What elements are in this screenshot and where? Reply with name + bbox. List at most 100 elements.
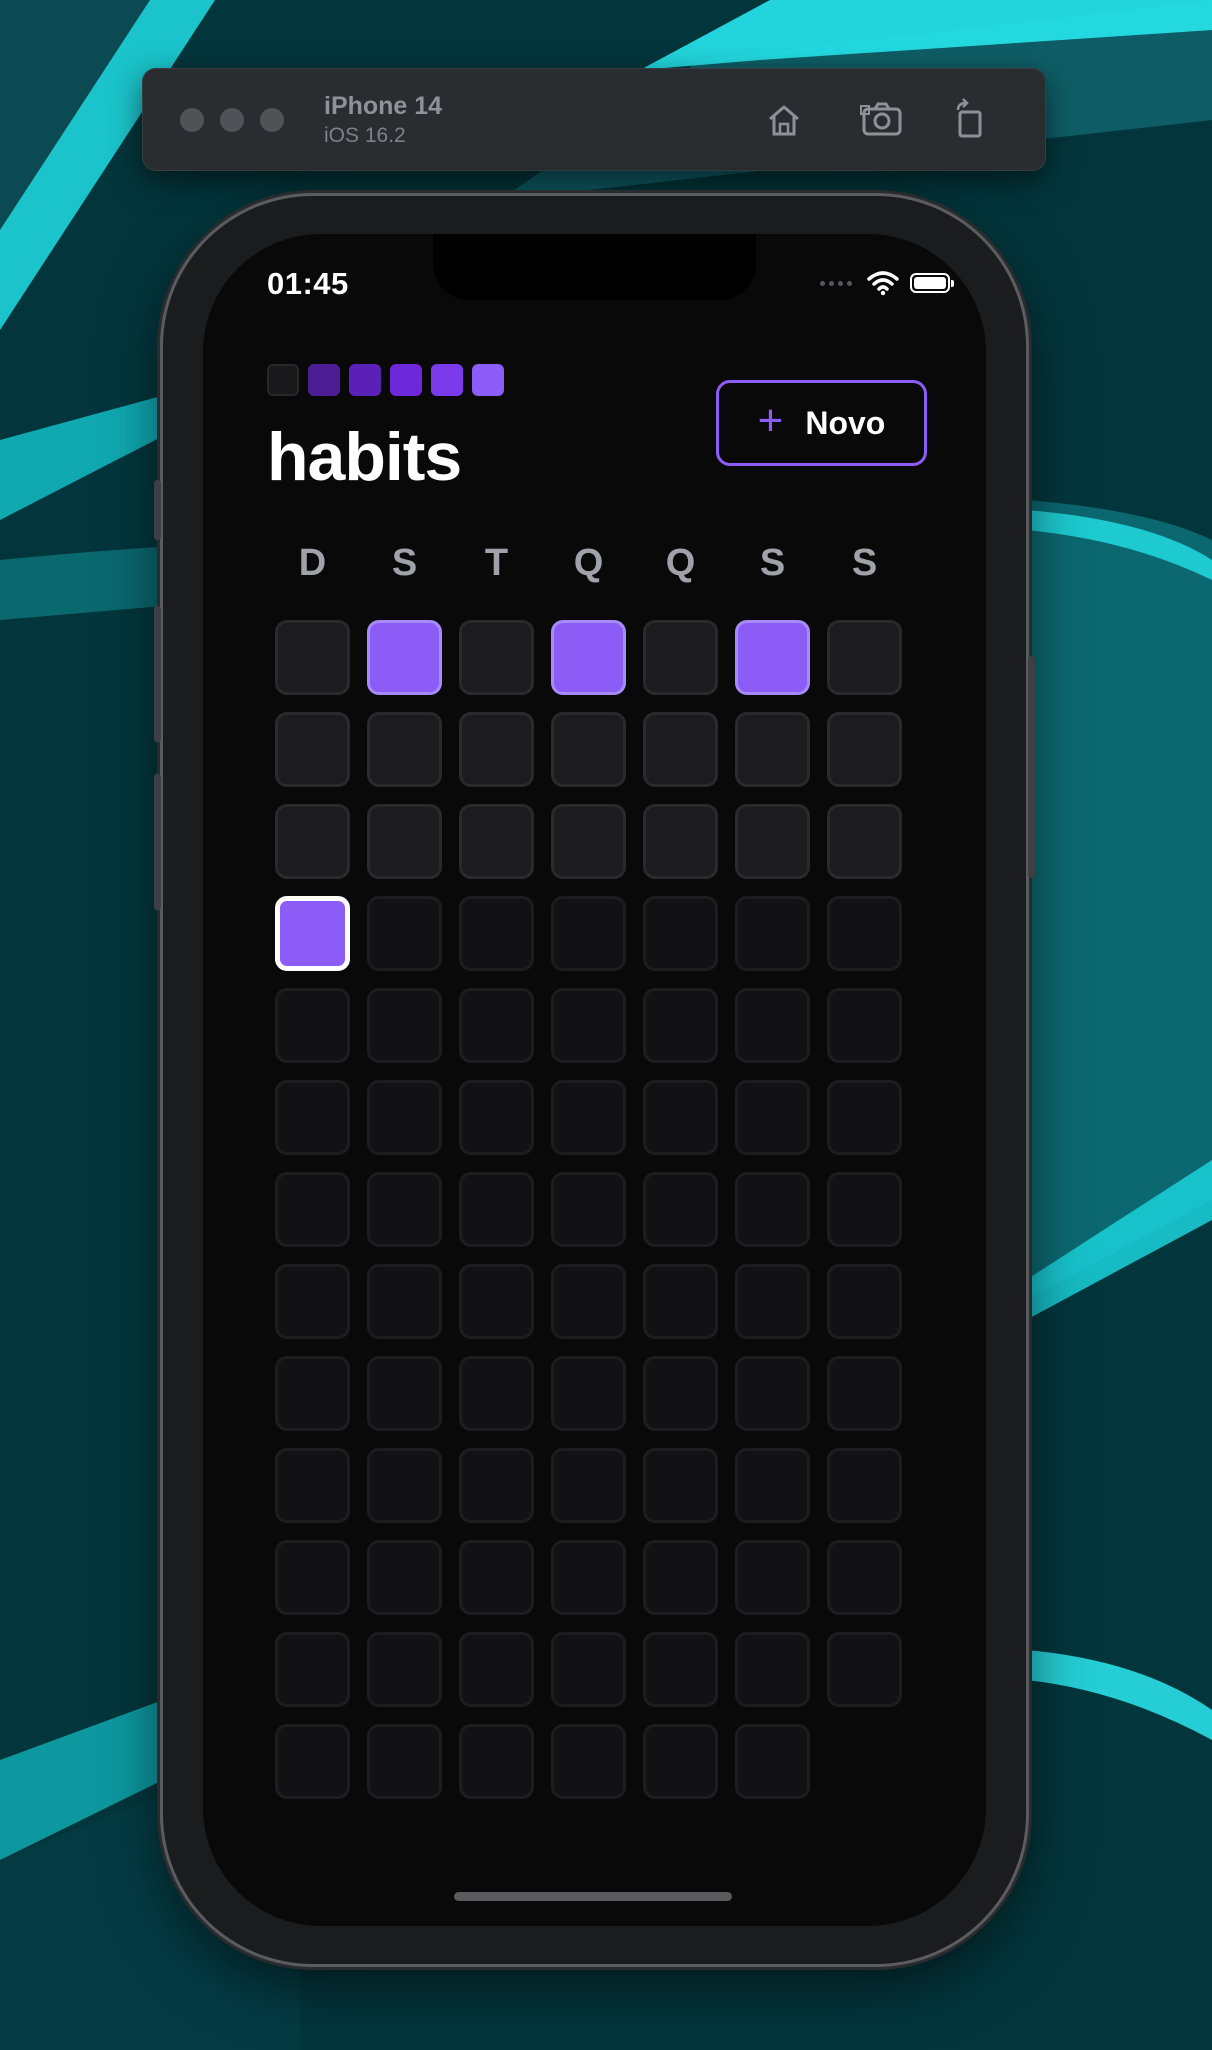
new-habit-button[interactable]: + Novo [716,380,927,466]
habit-day-cell[interactable] [551,620,626,695]
habit-day-cell[interactable] [551,896,626,971]
habit-day-cell[interactable] [551,804,626,879]
habit-day-cell[interactable] [367,1632,442,1707]
habit-day-cell[interactable] [367,1724,442,1799]
habit-day-cell[interactable] [827,1264,902,1339]
habit-day-cell[interactable] [735,620,810,695]
habit-day-cell[interactable] [827,988,902,1063]
habit-day-cell[interactable] [827,712,902,787]
habit-day-cell[interactable] [551,1080,626,1155]
habit-day-cell[interactable] [827,1080,902,1155]
habit-day-cell[interactable] [275,804,350,879]
habit-day-cell[interactable] [459,988,534,1063]
habit-day-cell[interactable] [459,1540,534,1615]
habit-day-cell[interactable] [275,1448,350,1523]
habit-day-cell[interactable] [367,712,442,787]
habit-day-cell[interactable] [367,804,442,879]
habit-day-cell[interactable] [643,1080,718,1155]
habit-day-cell[interactable] [827,620,902,695]
habit-day-cell[interactable] [459,1632,534,1707]
habit-day-cell[interactable] [367,620,442,695]
habit-day-cell[interactable] [643,1540,718,1615]
habit-day-cell[interactable] [367,1448,442,1523]
habit-day-cell[interactable] [459,712,534,787]
habit-day-cell[interactable] [275,1724,350,1799]
habit-day-cell[interactable] [735,1540,810,1615]
habit-day-cell[interactable] [459,1172,534,1247]
habit-day-cell[interactable] [551,1448,626,1523]
habit-day-cell[interactable] [735,1356,810,1431]
habit-day-cell[interactable] [643,1172,718,1247]
habit-day-cell[interactable] [827,1356,902,1431]
window-minimize-button[interactable] [220,108,244,132]
habit-day-cell[interactable] [643,1632,718,1707]
habit-day-cell[interactable] [827,1632,902,1707]
habit-day-cell[interactable] [643,804,718,879]
habit-day-cell[interactable] [551,1724,626,1799]
volume-down-button [154,774,161,910]
habit-day-cell[interactable] [275,1356,350,1431]
habit-day-cell[interactable] [827,1540,902,1615]
habit-day-cell[interactable] [551,1540,626,1615]
habit-day-cell[interactable] [367,1172,442,1247]
habit-day-cell[interactable] [827,896,902,971]
habit-day-cell[interactable] [551,712,626,787]
habit-day-cell[interactable] [275,1080,350,1155]
habits-logo [267,364,504,396]
habit-day-cell[interactable] [275,1264,350,1339]
habit-day-cell[interactable] [459,1448,534,1523]
habit-day-cell[interactable] [735,1724,810,1799]
habit-day-cell[interactable] [735,1080,810,1155]
habit-day-cell[interactable] [275,896,350,971]
habit-day-cell[interactable] [735,1264,810,1339]
habit-day-cell[interactable] [643,1448,718,1523]
habit-day-cell[interactable] [367,1356,442,1431]
habit-day-cell[interactable] [459,1724,534,1799]
habit-day-cell[interactable] [275,988,350,1063]
habit-day-cell[interactable] [643,1724,718,1799]
habit-day-cell[interactable] [459,896,534,971]
habit-day-cell[interactable] [275,712,350,787]
habit-day-cell[interactable] [643,1356,718,1431]
habit-day-cell[interactable] [551,1172,626,1247]
habit-day-cell[interactable] [367,896,442,971]
habit-day-cell[interactable] [827,1448,902,1523]
habit-day-cell[interactable] [735,896,810,971]
home-button[interactable] [762,98,806,142]
habit-day-cell[interactable] [367,1080,442,1155]
habit-day-cell[interactable] [275,1632,350,1707]
habit-day-cell[interactable] [735,1632,810,1707]
habit-day-cell[interactable] [735,1448,810,1523]
habit-day-cell[interactable] [275,620,350,695]
habit-day-cell[interactable] [643,988,718,1063]
habit-day-cell[interactable] [827,804,902,879]
os-version: iOS 16.2 [324,124,406,147]
habit-day-cell[interactable] [551,988,626,1063]
habit-day-cell[interactable] [551,1264,626,1339]
habit-day-cell[interactable] [459,1264,534,1339]
habit-day-cell[interactable] [367,988,442,1063]
habit-day-cell[interactable] [827,1172,902,1247]
habit-day-cell[interactable] [459,1356,534,1431]
habit-day-cell[interactable] [735,712,810,787]
habit-day-cell[interactable] [275,1172,350,1247]
habit-day-cell[interactable] [275,1540,350,1615]
habit-day-cell[interactable] [459,804,534,879]
habit-day-cell[interactable] [459,620,534,695]
habit-day-cell[interactable] [735,804,810,879]
habit-day-cell[interactable] [551,1356,626,1431]
rotate-button[interactable] [948,98,992,142]
habit-day-cell[interactable] [643,712,718,787]
habit-day-cell[interactable] [643,896,718,971]
habit-day-cell[interactable] [367,1540,442,1615]
screenshot-button[interactable] [860,98,904,142]
habit-day-cell[interactable] [735,988,810,1063]
habit-day-cell[interactable] [643,1264,718,1339]
habit-day-cell[interactable] [459,1080,534,1155]
habit-day-cell[interactable] [551,1632,626,1707]
window-zoom-button[interactable] [260,108,284,132]
habit-day-cell[interactable] [367,1264,442,1339]
window-close-button[interactable] [180,108,204,132]
habit-day-cell[interactable] [643,620,718,695]
habit-day-cell[interactable] [735,1172,810,1247]
